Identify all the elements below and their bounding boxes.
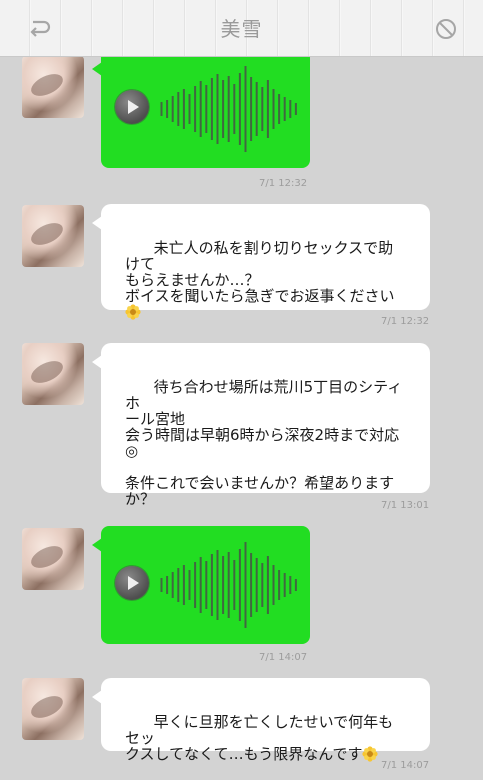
waveform-bar: [227, 552, 230, 618]
waveform-bar: [199, 557, 202, 613]
text-message-bubble: 未亡人の私を割り切りセックスで助けて もらえませんか…？ ボイスを聞いたら急ぎで…: [92, 204, 430, 320]
waveform-bar: [177, 568, 180, 602]
block-icon[interactable]: [431, 14, 461, 44]
waveform-bar: [160, 102, 163, 116]
waveform-bar: [233, 84, 236, 134]
waveform-bar: [255, 82, 258, 136]
waveform-bar: [255, 558, 258, 612]
waveform-bar: [238, 549, 241, 621]
waveform-bar: [188, 94, 191, 124]
waveform-bar: [294, 579, 297, 591]
play-icon[interactable]: [115, 90, 149, 124]
waveform-icon: [160, 66, 297, 152]
avatar[interactable]: [22, 528, 84, 590]
message-timestamp: 7/1 12:32: [381, 316, 430, 327]
waveform-bar: [261, 87, 264, 131]
waveform-bar: [283, 573, 286, 597]
chat-screen: 美雪 7/1 12:32 未亡人の私を割り切りセックスで助けて もらえませんか……: [0, 0, 483, 780]
message-timestamp: 7/1 14:07: [259, 652, 308, 663]
waveform-bar: [233, 560, 236, 610]
waveform-bar: [182, 89, 185, 129]
waveform-bar: [216, 550, 219, 620]
waveform-bar: [182, 565, 185, 605]
waveform-bar: [289, 100, 292, 118]
text-message-bubble: 待ち合わせ場所は荒川5丁目のシティホ ール宮地 会う時間は早朝6時から深夜2時ま…: [92, 343, 430, 507]
message-text: 早くに旦那を亡くしたせいで何年もセッ クスしてなくて…もう限界なんです: [125, 713, 394, 763]
play-icon[interactable]: [115, 566, 149, 600]
message-text: 待ち合わせ場所は荒川5丁目のシティホ ール宮地 会う時間は早朝6時から深夜2時ま…: [125, 378, 403, 508]
voice-message-bubble[interactable]: [92, 50, 310, 168]
waveform-bar: [160, 578, 163, 592]
waveform-bar: [199, 81, 202, 137]
avatar[interactable]: [22, 343, 84, 405]
waveform-bar: [289, 576, 292, 594]
waveform-bar: [166, 576, 169, 594]
waveform-bar: [194, 86, 197, 132]
text-message-bubble: 早くに旦那を亡くしたせいで何年もセッ クスしてなくて…もう限界なんです: [92, 678, 430, 762]
flower-icon: [362, 746, 379, 762]
waveform-bar: [210, 554, 213, 616]
waveform-bar: [283, 97, 286, 121]
waveform-bar: [171, 572, 174, 598]
waveform-bar: [227, 76, 230, 142]
waveform-bar: [177, 92, 180, 126]
waveform-bar: [294, 103, 297, 115]
waveform-bar: [205, 85, 208, 133]
waveform-bar: [266, 556, 269, 614]
chat-title: 美雪: [220, 17, 263, 41]
waveform-bar: [222, 80, 225, 138]
waveform-bar: [278, 570, 281, 600]
avatar[interactable]: [22, 56, 84, 118]
waveform-bar: [188, 570, 191, 600]
waveform-bar: [278, 94, 281, 124]
waveform-bar: [205, 561, 208, 609]
waveform-bar: [250, 553, 253, 617]
waveform-bar: [272, 565, 275, 605]
avatar[interactable]: [22, 678, 84, 740]
avatar[interactable]: [22, 205, 84, 267]
waveform-icon: [160, 542, 297, 628]
waveform-bar: [222, 556, 225, 614]
waveform-bar: [272, 89, 275, 129]
message-timestamp: 7/1 14:07: [381, 760, 430, 771]
waveform-bar: [261, 563, 264, 607]
waveform-bar: [244, 66, 247, 152]
waveform-bar: [238, 73, 241, 145]
voice-message-bubble[interactable]: [92, 526, 310, 644]
waveform-bar: [166, 100, 169, 118]
waveform-bar: [266, 80, 269, 138]
message-timestamp: 7/1 12:32: [259, 178, 308, 189]
waveform-bar: [216, 74, 219, 144]
message-text: 未亡人の私を割り切りセックスで助けて もらえませんか…？ ボイスを聞いたら急ぎで…: [125, 239, 395, 305]
waveform-bar: [194, 562, 197, 608]
waveform-bar: [210, 78, 213, 140]
message-timestamp: 7/1 13:01: [381, 500, 430, 511]
flower-icon: [125, 304, 141, 320]
waveform-bar: [250, 77, 253, 141]
waveform-bar: [171, 96, 174, 122]
chat-header: 美雪: [0, 0, 483, 56]
waveform-bar: [244, 542, 247, 628]
